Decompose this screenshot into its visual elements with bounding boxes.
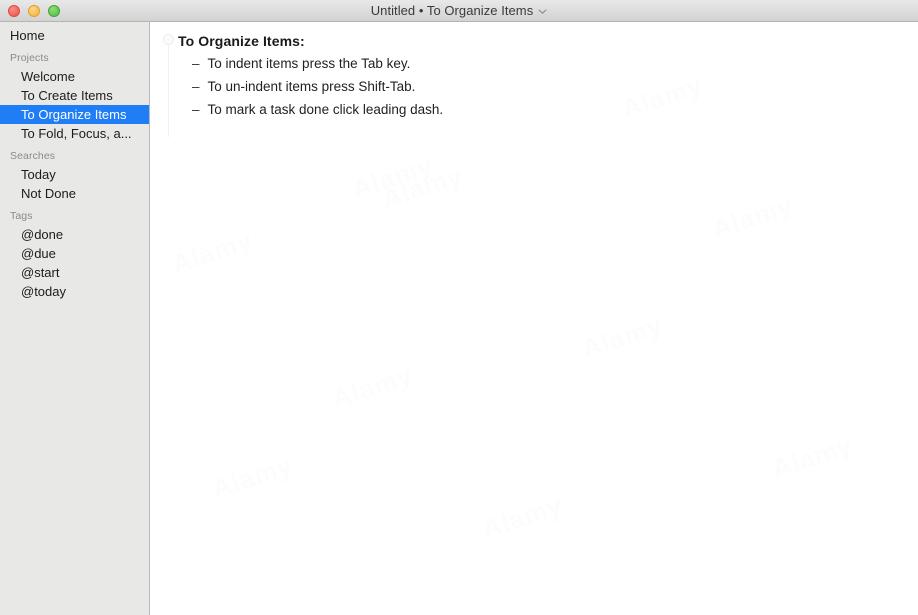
page-title: Untitled • To Organize Items	[370, 3, 534, 18]
task-dash-icon[interactable]: –	[192, 75, 200, 98]
sidebar-group-tags: Tags	[10, 210, 33, 222]
sidebar-item-not-done[interactable]: Not Done	[0, 184, 149, 203]
sidebar-item-to-organize-items[interactable]: To Organize Items	[0, 105, 149, 124]
sidebar-item-tag-start[interactable]: @start	[0, 263, 149, 282]
outline-editor[interactable]: AlamyAlamyAlamyAlamyAlamyAlamyAlamyAlamy…	[151, 22, 918, 615]
watermark-text: Alamy	[378, 160, 467, 215]
watermark-text: Alamy	[708, 190, 797, 245]
watermark-text: Alamy	[328, 360, 417, 415]
sidebar-group-projects: Projects	[10, 52, 49, 64]
watermark-text: Alamy	[578, 310, 667, 365]
sidebar-item-label: Home	[10, 28, 45, 43]
outline-heading-label: To Organize Items:	[178, 33, 305, 49]
sidebar-item-label: @today	[21, 284, 66, 299]
window-title-area: Untitled • To Organize Items	[0, 0, 918, 21]
outline-list[interactable]: To Organize Items: – To indent items pre…	[151, 22, 918, 121]
minimize-window-button[interactable]	[28, 4, 40, 17]
sidebar[interactable]: Home Projects Welcome To Create Items To…	[0, 22, 150, 615]
outline-task-row[interactable]: – To mark a task done click leading dash…	[151, 98, 918, 121]
sidebar-item-to-fold-focus[interactable]: To Fold, Focus, a...	[0, 124, 149, 143]
sidebar-item-label: Today	[21, 167, 56, 182]
sidebar-item-today[interactable]: Today	[0, 165, 149, 184]
sidebar-item-tag-done[interactable]: @done	[0, 225, 149, 244]
sidebar-item-to-create-items[interactable]: To Create Items	[0, 86, 149, 105]
watermark-text: Alamy	[348, 150, 437, 205]
task-dash-icon[interactable]: –	[192, 98, 200, 121]
sidebar-item-welcome[interactable]: Welcome	[0, 67, 149, 86]
outline-heading[interactable]: To Organize Items:	[151, 30, 918, 52]
close-window-button[interactable]	[8, 4, 20, 17]
task-label: To mark a task done click leading dash.	[207, 102, 444, 117]
window-controls	[8, 0, 60, 21]
sidebar-item-home[interactable]: Home	[0, 26, 149, 45]
sidebar-item-label: To Create Items	[21, 88, 113, 103]
sidebar-item-tag-due[interactable]: @due	[0, 244, 149, 263]
watermark-text: Alamy	[168, 225, 257, 280]
sidebar-item-tag-today[interactable]: @today	[0, 282, 149, 301]
outline-task-row[interactable]: – To un-indent items press Shift-Tab.	[151, 75, 918, 98]
outline-task-row[interactable]: – To indent items press the Tab key.	[151, 52, 918, 75]
zoom-window-button[interactable]	[48, 4, 60, 17]
sidebar-item-label: @start	[21, 265, 60, 280]
sidebar-group-searches: Searches	[10, 150, 56, 162]
task-dash-icon[interactable]: –	[192, 52, 200, 75]
sidebar-item-label: @done	[21, 227, 64, 242]
watermark-text: Alamy	[208, 450, 297, 505]
watermark-text: Alamy	[768, 430, 857, 485]
sidebar-item-label: To Fold, Focus, a...	[21, 126, 132, 141]
sidebar-item-label: Welcome	[21, 69, 75, 84]
task-label: To un-indent items press Shift-Tab.	[207, 79, 416, 94]
chevron-down-icon[interactable]	[538, 7, 547, 16]
application-window: Untitled • To Organize Items Home Projec…	[0, 0, 918, 615]
sidebar-item-label: @due	[21, 246, 56, 261]
title-bar: Untitled • To Organize Items	[0, 0, 918, 22]
task-label: To indent items press the Tab key.	[207, 56, 411, 71]
watermark-text: Alamy	[478, 490, 567, 545]
sidebar-item-label: Not Done	[21, 186, 76, 201]
sidebar-item-label: To Organize Items	[21, 107, 127, 122]
